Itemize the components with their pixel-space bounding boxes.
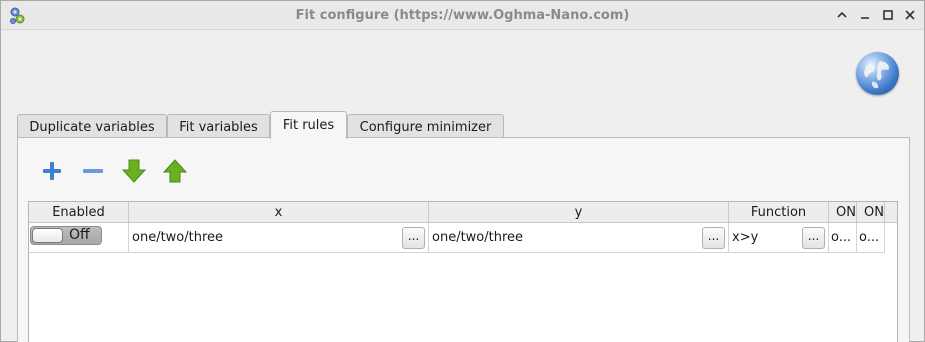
plus-icon xyxy=(43,162,61,180)
header-filler xyxy=(885,202,897,223)
cell-on-1[interactable]: o... xyxy=(829,223,857,253)
cell-enabled: Off xyxy=(29,223,129,253)
tab-fit-rules[interactable]: Fit rules xyxy=(270,111,347,139)
header-enabled[interactable]: Enabled xyxy=(29,202,129,223)
move-down-button[interactable] xyxy=(121,158,147,184)
add-row-button[interactable] xyxy=(39,158,65,184)
arrow-up-icon xyxy=(162,159,188,183)
x-value: one/two/three xyxy=(132,230,224,245)
cell-on-2[interactable]: o... xyxy=(857,223,885,253)
tab-configure-minimizer[interactable]: Configure minimizer xyxy=(347,114,504,139)
header-x[interactable]: x xyxy=(129,202,429,223)
header-y[interactable]: y xyxy=(429,202,729,223)
on-1-value: o... xyxy=(831,230,852,245)
x-browse-button[interactable]: ... xyxy=(402,227,425,249)
maximize-icon xyxy=(883,10,893,20)
tab-duplicate-variables[interactable]: Duplicate variables xyxy=(17,114,167,139)
enabled-toggle[interactable]: Off xyxy=(30,226,102,245)
function-value: x>y xyxy=(732,230,759,245)
header-function[interactable]: Function xyxy=(729,202,829,223)
tab-fit-variables[interactable]: Fit variables xyxy=(167,114,270,139)
fit-rules-table: Enabled x y Function ON ON Off one/two/t… xyxy=(28,201,898,342)
globe-icon[interactable] xyxy=(856,52,899,95)
minus-icon xyxy=(83,169,103,173)
header-on-2[interactable]: ON xyxy=(857,202,885,223)
toggle-knob xyxy=(32,228,63,243)
minimize-button[interactable] xyxy=(856,6,874,24)
cell-y[interactable]: one/two/three ... xyxy=(429,223,729,253)
move-up-button[interactable] xyxy=(162,158,188,184)
cell-x[interactable]: one/two/three ... xyxy=(129,223,429,253)
minimize-icon xyxy=(861,17,869,19)
function-browse-button[interactable]: ... xyxy=(802,227,825,249)
close-icon xyxy=(905,10,915,20)
close-button[interactable] xyxy=(901,6,919,24)
y-browse-button[interactable]: ... xyxy=(702,227,725,249)
window-title: Fit configure (https://www.Oghma-Nano.co… xyxy=(295,8,630,23)
collapse-button[interactable] xyxy=(833,6,851,24)
maximize-button[interactable] xyxy=(879,6,897,24)
header-on-1[interactable]: ON xyxy=(829,202,857,223)
on-2-value: o... xyxy=(859,230,880,245)
title-bar[interactable]: Fit configure (https://www.Oghma-Nano.co… xyxy=(1,1,924,30)
toggle-label: Off xyxy=(69,227,90,243)
y-value: one/two/three xyxy=(432,230,524,245)
globe-continents xyxy=(864,61,890,89)
fit-configure-window: Fit configure (https://www.Oghma-Nano.co… xyxy=(0,0,925,342)
arrow-down-icon xyxy=(121,159,147,183)
cell-function[interactable]: x>y ... xyxy=(729,223,829,253)
chevron-up-icon xyxy=(837,11,847,18)
remove-row-button[interactable] xyxy=(80,158,106,184)
